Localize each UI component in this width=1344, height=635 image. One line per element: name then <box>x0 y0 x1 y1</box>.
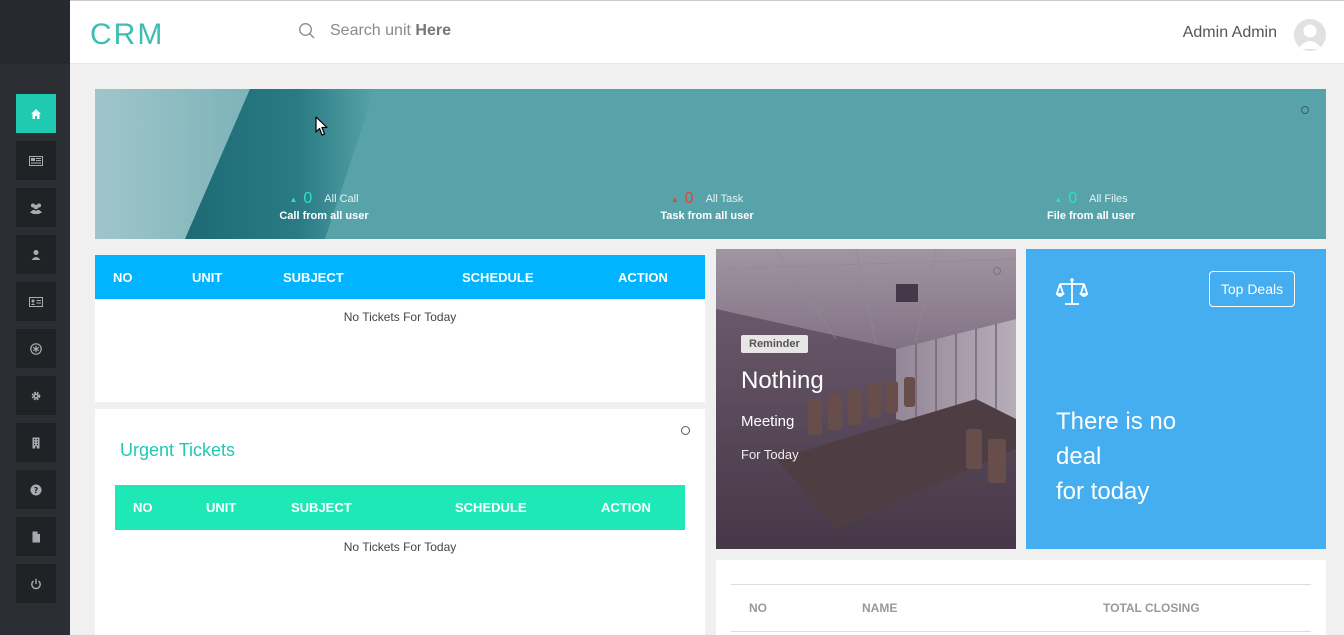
column-header[interactable]: SCHEDULE <box>462 270 534 285</box>
column-header[interactable]: NAME <box>862 601 897 615</box>
meeting-room-image <box>716 249 1016 549</box>
sidebar-item-building[interactable] <box>16 423 56 462</box>
trend-up-icon: ▲ <box>1054 194 1063 204</box>
column-header[interactable]: TOTAL CLOSING <box>1103 601 1200 615</box>
closing-table-card: NO NAME TOTAL CLOSING <box>716 560 1326 635</box>
divider <box>731 631 1311 632</box>
stat-label: All Files <box>1089 193 1128 205</box>
sidebar-logo-zone <box>0 0 70 64</box>
stat-all-task: ▲ 0 All Task Task from all user <box>652 190 762 222</box>
urgent-tickets-card: Urgent Tickets NO UNIT SUBJECT SCHEDULE … <box>95 409 705 635</box>
search-icon <box>299 23 315 39</box>
search-box[interactable]: Search unit Here <box>298 22 451 40</box>
power-icon <box>31 578 41 589</box>
column-header[interactable]: NO <box>749 601 767 615</box>
stat-subtitle: Call from all user <box>279 210 369 222</box>
topbar: CRM Search unit Here Admin Admin <box>70 4 1344 64</box>
file-icon <box>32 531 40 542</box>
sidebar-item-users[interactable] <box>16 188 56 227</box>
svg-text:?: ? <box>34 486 39 495</box>
user-icon <box>31 249 41 260</box>
tickets-empty-message: No Tickets For Today <box>343 310 457 324</box>
balance-scale-icon <box>1056 278 1088 305</box>
search-placeholder-bold: Here <box>415 22 451 39</box>
divider <box>731 584 1311 585</box>
urgent-menu-dot[interactable] <box>681 426 690 435</box>
sidebar-item-news[interactable] <box>16 141 56 180</box>
urgent-table-header: NO UNIT SUBJECT SCHEDULE ACTION <box>115 485 685 530</box>
column-header[interactable]: UNIT <box>206 500 236 515</box>
building-icon <box>32 437 40 448</box>
sidebar-item-logout[interactable] <box>16 564 56 603</box>
trend-up-icon: ▲ <box>289 194 298 204</box>
sidebar-item-home[interactable] <box>16 94 56 133</box>
search-input[interactable]: Search unit Here <box>330 22 451 40</box>
tickets-table-header: NO UNIT SUBJECT SCHEDULE ACTION <box>95 255 705 299</box>
stat-value: 0 <box>303 190 313 207</box>
id-card-icon <box>29 296 43 307</box>
sidebar-item-id-card[interactable] <box>16 282 56 321</box>
no-deal-line: deal <box>1056 443 1102 470</box>
column-header[interactable]: ACTION <box>601 500 651 515</box>
no-deal-message: There is no deal for today <box>1056 404 1176 509</box>
banner-menu-dot[interactable] <box>1301 106 1309 114</box>
column-header[interactable]: NO <box>113 270 133 285</box>
column-header[interactable]: UNIT <box>192 270 222 285</box>
no-deal-line: There is no <box>1056 408 1177 435</box>
asterisk-icon <box>30 342 42 355</box>
stat-label: All Task <box>705 193 744 205</box>
reminder-card: Reminder Nothing Meeting For Today <box>716 249 1016 549</box>
search-placeholder: Search unit <box>330 22 416 39</box>
column-header[interactable]: SUBJECT <box>291 500 352 515</box>
avatar[interactable] <box>1294 19 1326 51</box>
sidebar-item-support[interactable] <box>16 329 56 368</box>
avatar-icon <box>1298 24 1322 49</box>
sidebar-item-file[interactable] <box>16 517 56 556</box>
urgent-tickets-title: Urgent Tickets <box>120 440 236 460</box>
stat-value: 0 <box>1068 190 1078 207</box>
newspaper-icon <box>29 155 43 166</box>
question-icon: ? <box>30 484 42 495</box>
reminder-subtitle-secondary: For Today <box>741 447 799 462</box>
reminder-title: Nothing <box>741 367 824 394</box>
gear-icon <box>31 391 41 400</box>
reminder-badge: Reminder <box>741 335 808 353</box>
sidebar-item-user[interactable] <box>16 235 56 274</box>
sidebar-item-settings[interactable] <box>16 376 56 415</box>
column-header[interactable]: NO <box>133 500 153 515</box>
stat-subtitle: File from all user <box>1046 210 1136 222</box>
tickets-card: NO UNIT SUBJECT SCHEDULE ACTION No Ticke… <box>95 255 705 402</box>
stat-all-call: ▲ 0 All Call Call from all user <box>269 190 379 222</box>
home-icon <box>31 108 41 119</box>
column-header[interactable]: SUBJECT <box>283 270 344 285</box>
column-header[interactable]: ACTION <box>618 270 668 285</box>
trend-up-icon: ▲ <box>670 194 679 204</box>
stats-banner: ▲ 0 All Call Call from all user ▲ 0 All … <box>95 89 1326 239</box>
urgent-empty-message: No Tickets For Today <box>343 540 457 554</box>
stat-all-files: ▲ 0 All Files File from all user <box>1036 190 1146 222</box>
reminder-subtitle: Meeting <box>741 413 795 430</box>
top-deals-button[interactable]: Top Deals <box>1209 271 1295 307</box>
reminder-menu-dot[interactable] <box>993 267 1001 275</box>
stat-subtitle: Task from all user <box>660 210 754 222</box>
brand-logo[interactable]: CRM <box>90 18 164 52</box>
column-header[interactable]: SCHEDULE <box>455 500 527 515</box>
users-icon <box>30 203 42 214</box>
stat-value: 0 <box>684 190 694 207</box>
sidebar: ? <box>0 0 70 635</box>
sidebar-item-help[interactable]: ? <box>16 470 56 509</box>
stat-label: All Call <box>324 193 359 205</box>
top-deals-card: Top Deals There is no deal for today <box>1026 249 1326 549</box>
mouse-cursor-icon <box>315 116 328 136</box>
user-name[interactable]: Admin Admin <box>1183 24 1277 42</box>
no-deal-line: for today <box>1056 478 1150 505</box>
